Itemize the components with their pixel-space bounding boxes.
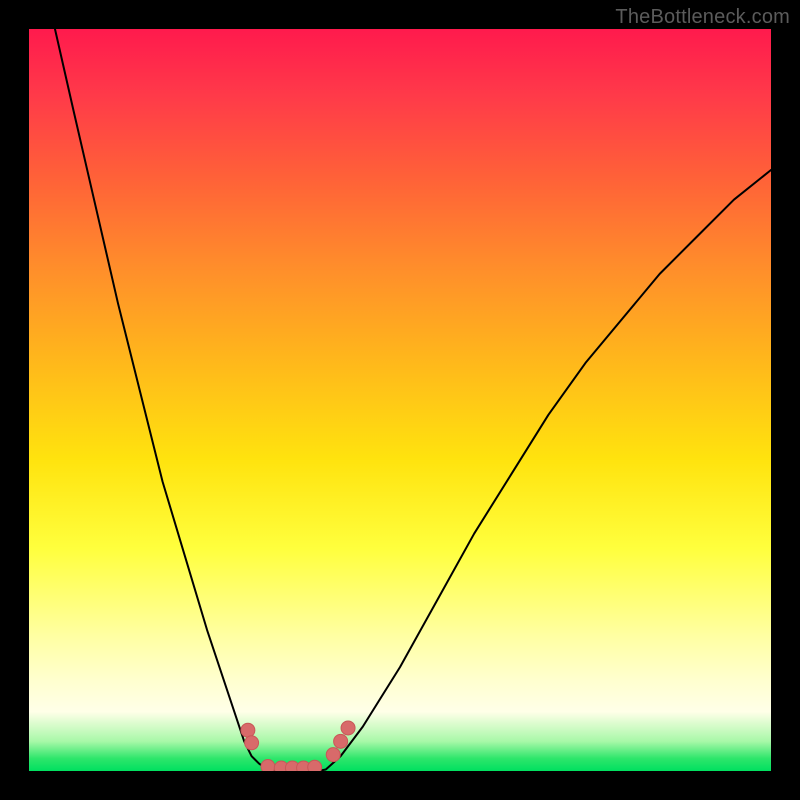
data-marker (308, 760, 322, 771)
bottleneck-curve (55, 29, 771, 771)
data-marker (261, 760, 275, 771)
data-marker (326, 748, 340, 762)
chart-frame: TheBottleneck.com (0, 0, 800, 800)
data-marker (241, 723, 255, 737)
data-marker (245, 736, 259, 750)
data-marker (341, 721, 355, 735)
plot-area (29, 29, 771, 771)
curve-layer (29, 29, 771, 771)
watermark-text: TheBottleneck.com (615, 6, 790, 29)
data-marker (334, 734, 348, 748)
